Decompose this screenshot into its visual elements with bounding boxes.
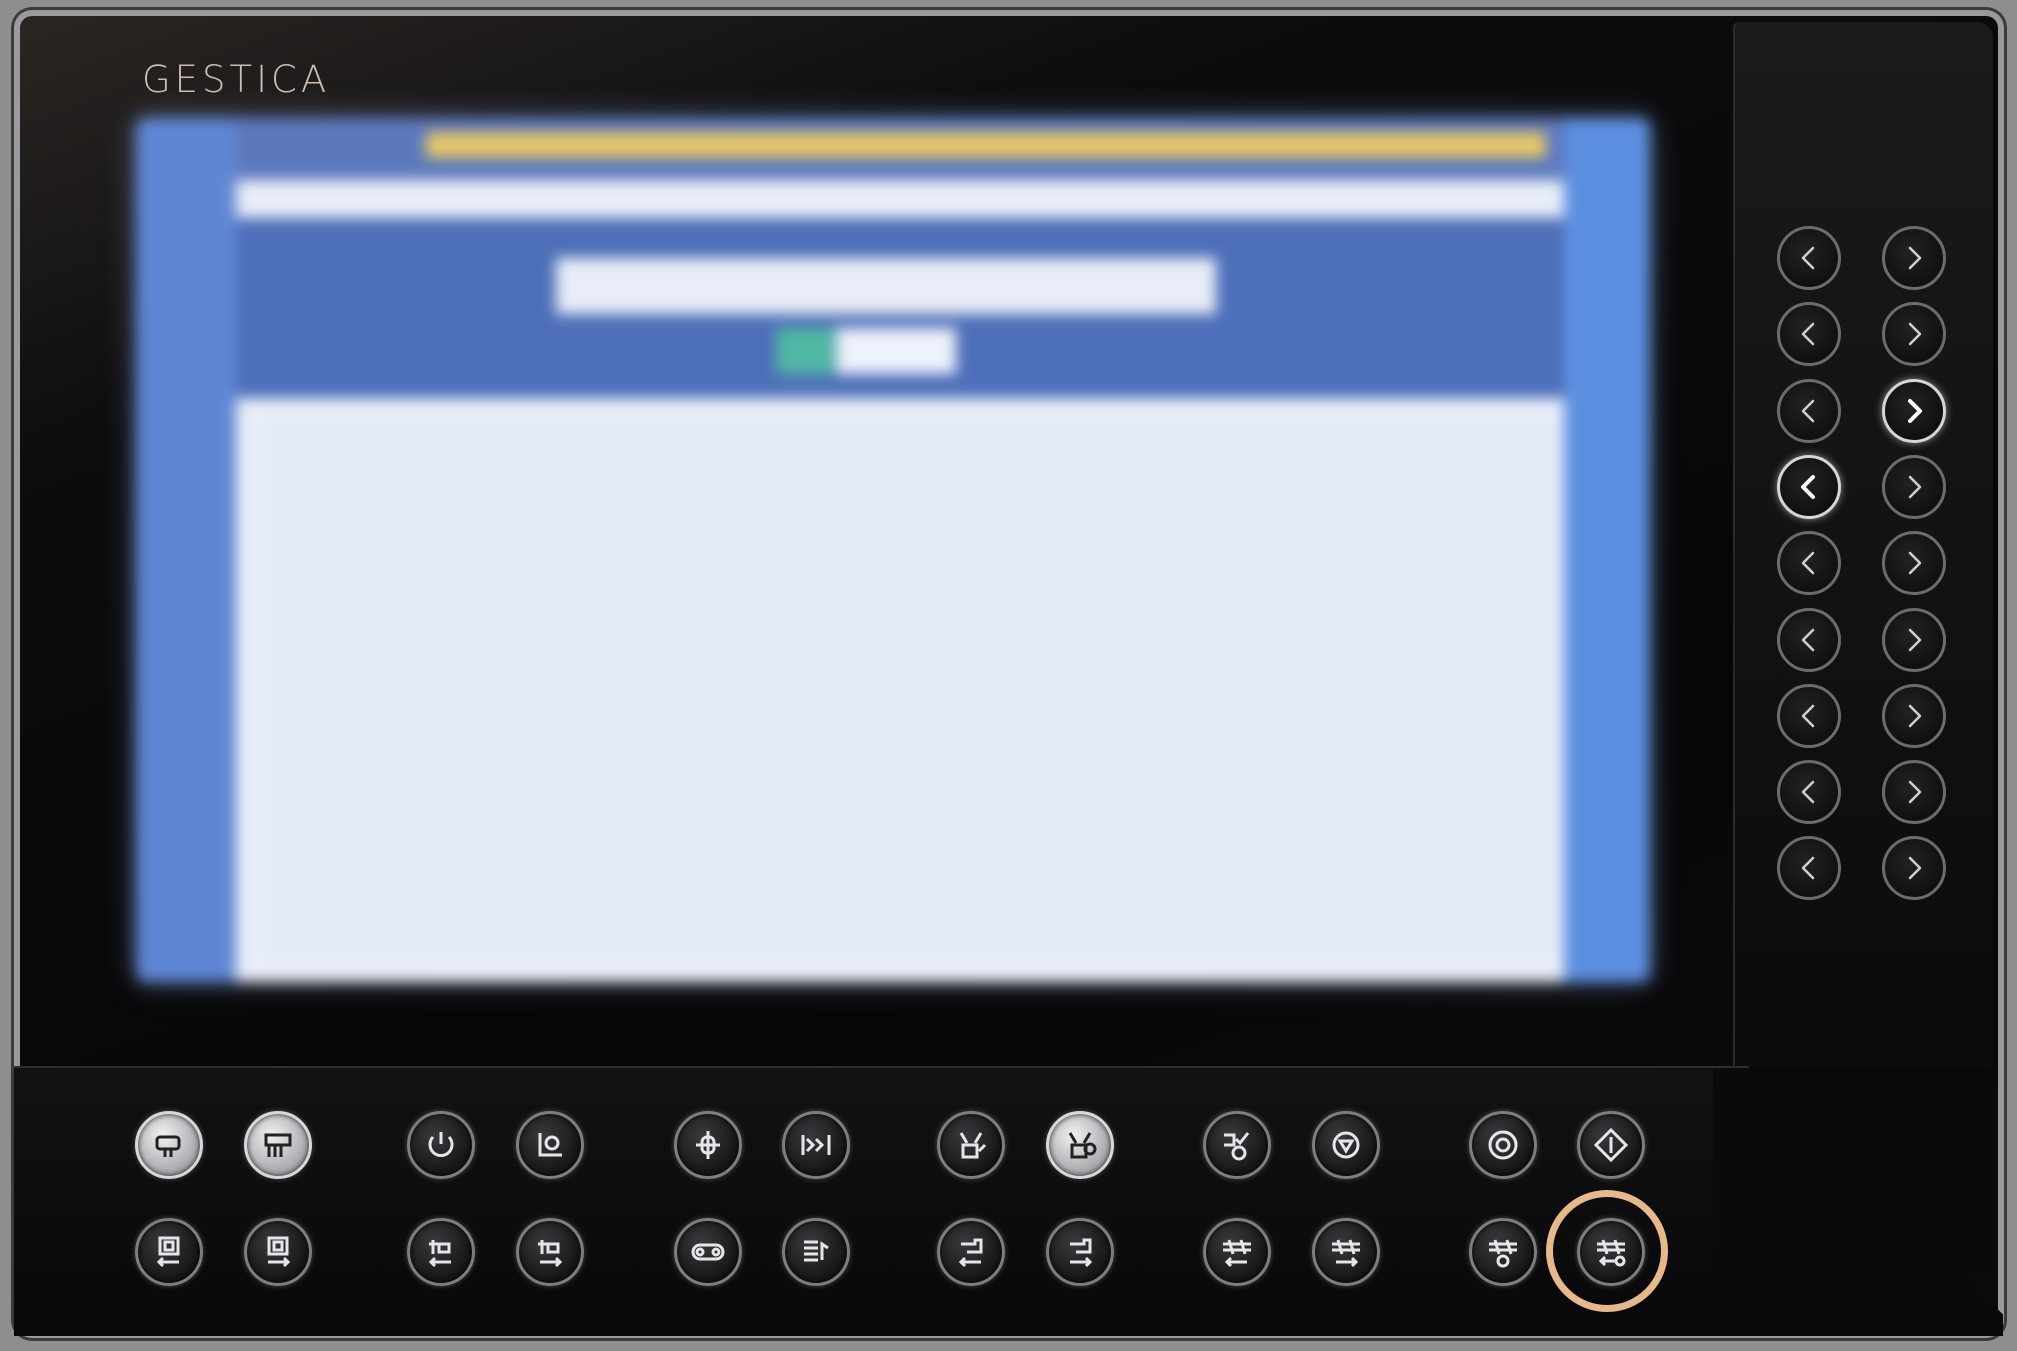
- screw-unit-button[interactable]: [244, 1111, 312, 1179]
- chevron-left-icon: [1801, 551, 1815, 575]
- side-key-row-2-left[interactable]: [1777, 302, 1841, 366]
- side-key-row-3-left[interactable]: [1777, 379, 1841, 443]
- injection-back-icon: [958, 1238, 983, 1268]
- chevron-left-icon: [1801, 704, 1815, 728]
- side-key-row-9-right[interactable]: [1882, 836, 1946, 900]
- mold-adjust-button[interactable]: [674, 1111, 742, 1179]
- side-keypad: [1733, 22, 1993, 1068]
- hmi-screen[interactable]: [136, 118, 1650, 982]
- mold-adjust-icon: [696, 1131, 720, 1159]
- side-key-row-4-left[interactable]: [1777, 455, 1841, 519]
- injection-back-button[interactable]: [937, 1218, 1005, 1286]
- bottom-keypad: [14, 1066, 1714, 1336]
- mold-close-icon: [267, 1236, 291, 1268]
- screen-content-area: [266, 418, 1556, 958]
- start-button[interactable]: [1577, 1111, 1645, 1179]
- side-key-row-4-right[interactable]: [1882, 455, 1946, 519]
- chevron-right-icon: [1908, 704, 1922, 728]
- screen-status-label: [836, 328, 956, 374]
- ejector-icon: [959, 1132, 987, 1159]
- ejector-lit-icon: [1068, 1132, 1097, 1159]
- mold-close-button[interactable]: [244, 1218, 312, 1286]
- ejector-button[interactable]: [937, 1111, 1005, 1179]
- side-key-row-7-right[interactable]: [1882, 684, 1946, 748]
- carriage-forward-icon: [538, 1240, 563, 1268]
- heater-off-icon: [1489, 1239, 1517, 1268]
- step-forward-button[interactable]: [782, 1111, 850, 1179]
- rotate-button[interactable]: [1312, 1111, 1380, 1179]
- side-key-row-5-right[interactable]: [1882, 531, 1946, 595]
- side-key-row-8-left[interactable]: [1777, 760, 1841, 824]
- chevron-left-icon: [1801, 475, 1815, 499]
- conveyor-button[interactable]: [674, 1218, 742, 1286]
- program-button[interactable]: [782, 1218, 850, 1286]
- chevron-right-icon: [1908, 246, 1922, 270]
- heater-back-icon: [1223, 1239, 1251, 1268]
- start-icon: [1593, 1127, 1629, 1163]
- chevron-right-icon: [1908, 399, 1922, 423]
- screen-status-chip: [776, 328, 834, 374]
- heater-forward-icon: [1332, 1239, 1360, 1268]
- conveyor-icon: [691, 1243, 725, 1261]
- side-key-row-1-right[interactable]: [1882, 226, 1946, 290]
- side-key-row-7-left[interactable]: [1777, 684, 1841, 748]
- clamp-icon: [155, 1135, 181, 1157]
- heater-back-button[interactable]: [1203, 1218, 1271, 1286]
- side-key-row-6-right[interactable]: [1882, 608, 1946, 672]
- clamp-button[interactable]: [135, 1111, 203, 1179]
- screen-right-sidebar: [1564, 118, 1650, 982]
- heater-off-button[interactable]: [1469, 1218, 1537, 1286]
- motor-button[interactable]: [1469, 1111, 1537, 1179]
- heater-return-icon: [1597, 1239, 1626, 1267]
- chevron-left-icon: [1801, 856, 1815, 880]
- chevron-right-icon: [1908, 475, 1922, 499]
- screw-unit-icon: [264, 1133, 292, 1157]
- side-key-row-2-right[interactable]: [1882, 302, 1946, 366]
- monitor-button[interactable]: [516, 1111, 584, 1179]
- injection-forward-icon: [1070, 1238, 1093, 1268]
- chevron-left-icon: [1801, 246, 1815, 270]
- side-key-row-1-left[interactable]: [1777, 226, 1841, 290]
- carriage-forward-button[interactable]: [516, 1218, 584, 1286]
- core-pull-button[interactable]: [1203, 1111, 1271, 1179]
- mold-open-icon: [156, 1236, 180, 1268]
- mold-open-button[interactable]: [135, 1218, 203, 1286]
- monitor-icon: [538, 1133, 562, 1157]
- chevron-right-icon: [1908, 780, 1922, 804]
- chevron-left-icon: [1801, 780, 1815, 804]
- chevron-left-icon: [1801, 322, 1815, 346]
- chevron-left-icon: [1801, 628, 1815, 652]
- side-key-row-6-left[interactable]: [1777, 608, 1841, 672]
- step-forward-icon: [801, 1135, 831, 1155]
- chevron-right-icon: [1908, 551, 1922, 575]
- power-icon: [428, 1132, 454, 1157]
- side-key-row-8-right[interactable]: [1882, 760, 1946, 824]
- side-key-row-5-left[interactable]: [1777, 531, 1841, 595]
- carriage-back-button[interactable]: [407, 1218, 475, 1286]
- injection-forward-button[interactable]: [1046, 1218, 1114, 1286]
- side-key-row-3-right[interactable]: [1882, 379, 1946, 443]
- chevron-right-icon: [1908, 322, 1922, 346]
- power-button[interactable]: [407, 1111, 475, 1179]
- heater-forward-button[interactable]: [1312, 1218, 1380, 1286]
- heater-return-button[interactable]: [1577, 1218, 1645, 1286]
- screen-alarm-bar: [426, 132, 1546, 158]
- ejector-lit-button[interactable]: [1046, 1111, 1114, 1179]
- brand-logo: GESTICA: [142, 58, 331, 101]
- chevron-right-icon: [1908, 628, 1922, 652]
- carriage-back-icon: [428, 1240, 451, 1268]
- motor-icon: [1488, 1130, 1518, 1160]
- side-key-row-9-left[interactable]: [1777, 836, 1841, 900]
- chevron-right-icon: [1908, 856, 1922, 880]
- chevron-left-icon: [1801, 399, 1815, 423]
- screen-banner-title: [556, 258, 1216, 314]
- program-icon: [804, 1240, 829, 1262]
- core-pull-icon: [1224, 1132, 1250, 1161]
- rotate-icon: [1332, 1131, 1360, 1159]
- screen-left-sidebar: [136, 118, 236, 982]
